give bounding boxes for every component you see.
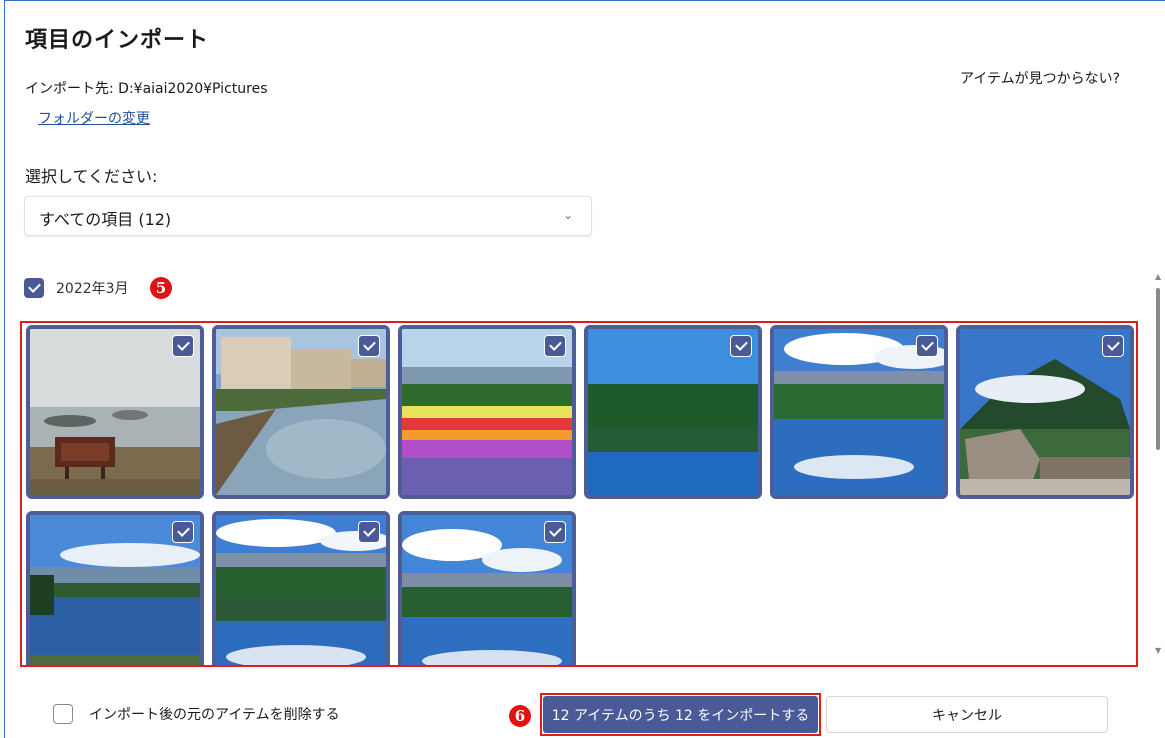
- cancel-button[interactable]: キャンセル: [826, 696, 1108, 733]
- date-group-checkbox[interactable]: [24, 278, 44, 298]
- date-group-label: 2022年3月: [56, 281, 129, 297]
- step-marker-5: 5: [150, 277, 172, 299]
- chevron-down-icon: ⌄: [562, 208, 573, 222]
- photo-grid-highlight: [20, 321, 1138, 667]
- delete-after-import-checkbox[interactable]: [53, 704, 73, 724]
- scroll-thumb[interactable]: [1156, 288, 1160, 450]
- window-border-top: [4, 0, 1165, 1]
- change-folder-link[interactable]: フォルダーの変更: [38, 108, 150, 128]
- import-destination: インポート先: D:¥aiai2020¥Pictures: [25, 81, 268, 97]
- step-marker-6: 6: [509, 705, 531, 727]
- delete-after-import-label: インポート後の元のアイテムを削除する: [89, 707, 340, 723]
- vertical-scrollbar[interactable]: ▲ ▼: [1152, 268, 1164, 658]
- missing-items-link[interactable]: アイテムが見つからない?: [960, 68, 1120, 88]
- scroll-up-icon[interactable]: ▲: [1155, 272, 1161, 281]
- dialog-title: 項目のインポート: [25, 28, 210, 53]
- select-label: 選択してください:: [25, 167, 158, 186]
- window-border-left: [4, 0, 5, 738]
- items-filter-dropdown[interactable]: すべての項目 (12) ⌄: [24, 196, 592, 236]
- import-button[interactable]: 12 アイテムのうち 12 をインポートする: [543, 696, 818, 733]
- dropdown-value: すべての項目 (12): [39, 210, 172, 229]
- scroll-down-icon[interactable]: ▼: [1155, 646, 1161, 655]
